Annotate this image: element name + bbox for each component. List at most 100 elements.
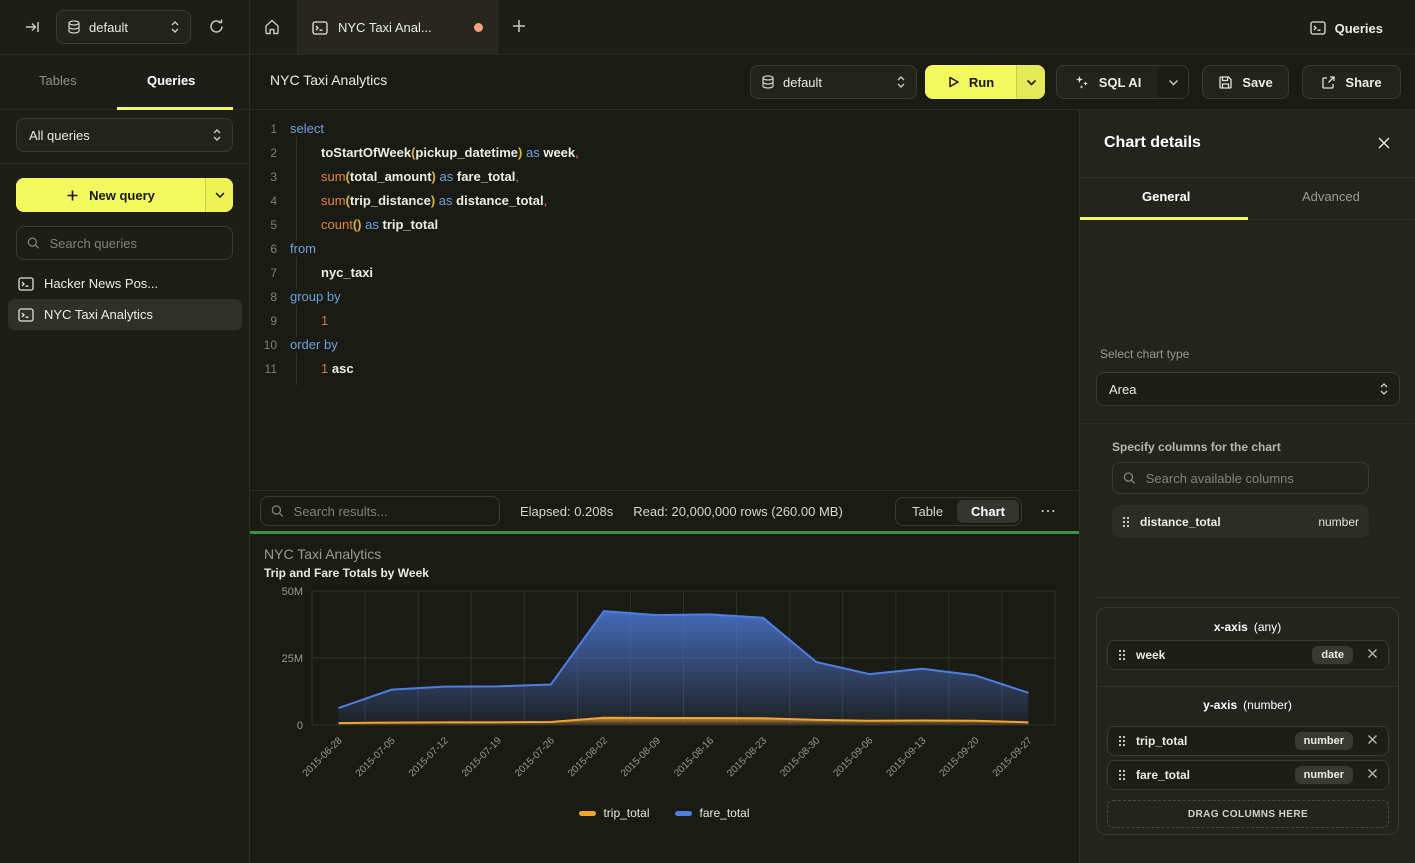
share-icon [1321, 75, 1336, 90]
panel-tabs: General Advanced [1080, 178, 1415, 220]
legend-item-fare_total[interactable]: fare_total [675, 806, 749, 820]
chart-type-label: Select chart type [1100, 347, 1189, 361]
refresh-icon[interactable] [208, 18, 225, 35]
line-number: 3 [250, 165, 277, 189]
tab-general[interactable]: General [1142, 189, 1190, 204]
drag-handle-icon [1118, 649, 1126, 661]
chart-type-select[interactable]: Area [1096, 372, 1400, 406]
view-toggle-chart[interactable]: Chart [957, 500, 1019, 523]
sql-ai-button[interactable]: SQL AI [1056, 65, 1189, 99]
line-number: 7 [250, 261, 277, 285]
rows-read-stats: Read: 20,000,000 rows (260.00 MB) [633, 504, 843, 519]
collapse-sidebar-icon[interactable] [24, 19, 40, 35]
svg-text:25M: 25M [282, 653, 303, 665]
share-button[interactable]: Share [1302, 65, 1401, 99]
query-filter-select[interactable]: All queries [16, 118, 233, 152]
remove-column-icon[interactable] [1367, 646, 1378, 664]
legend-item-trip_total[interactable]: trip_total [579, 806, 649, 820]
save-button[interactable]: Save [1202, 65, 1289, 99]
chevron-down-icon [1026, 79, 1037, 86]
saved-query-item[interactable]: Hacker News Pos... [8, 268, 242, 299]
legend-swatch [675, 811, 692, 816]
query-terminal-icon [18, 277, 34, 291]
sql-ai-caret[interactable] [1158, 66, 1188, 98]
code-line: 2toStartOfWeek(pickup_datetime) as week, [250, 141, 1079, 165]
run-options-caret[interactable] [1016, 65, 1045, 99]
new-query-caret[interactable] [205, 178, 233, 212]
svg-text:0: 0 [297, 720, 303, 732]
column-type-badge: number [1295, 766, 1353, 784]
view-toggle: Table Chart [895, 497, 1022, 526]
results-toolbar: Elapsed: 0.208s Read: 20,000,000 rows (2… [250, 490, 1079, 531]
divider [1097, 686, 1398, 687]
line-number: 6 [250, 237, 277, 261]
remove-column-icon[interactable] [1367, 732, 1378, 750]
tab-advanced[interactable]: Advanced [1302, 189, 1360, 204]
code-line: 7nyc_taxi [250, 261, 1079, 285]
more-options-icon[interactable]: ⋯ [1034, 500, 1063, 522]
sidebar-tab-tables[interactable]: Tables [39, 73, 77, 88]
search-columns-input[interactable] [1144, 470, 1358, 487]
search-results-input[interactable] [292, 503, 489, 520]
line-number: 11 [250, 357, 277, 381]
database-icon [761, 75, 775, 90]
queries-button-label: Queries [1335, 21, 1383, 36]
column-pill-distance_total[interactable]: distance_totalnumber [1112, 505, 1369, 538]
database-selector[interactable]: default [56, 10, 191, 44]
plus-icon [66, 189, 79, 202]
remove-column-icon[interactable] [1367, 766, 1378, 784]
save-button-label: Save [1242, 75, 1272, 90]
sql-editor[interactable]: 1select2toStartOfWeek(pickup_datetime) a… [250, 110, 1079, 490]
code-line: 3sum(total_amount) as fare_total, [250, 165, 1079, 189]
search-icon [1123, 471, 1136, 485]
close-icon[interactable] [1377, 136, 1391, 150]
indent-guide [290, 165, 321, 189]
search-queries-input[interactable] [48, 235, 223, 252]
drag-handle-icon [1118, 769, 1126, 781]
sidebar-tab-queries[interactable]: Queries [147, 73, 195, 88]
indent-guide [290, 309, 321, 333]
column-pill-week[interactable]: weekdate [1107, 640, 1389, 670]
panel-title: Chart details [1104, 134, 1201, 152]
code-line: 6from [250, 237, 1079, 261]
search-results-box [260, 496, 500, 526]
column-pill-trip_total[interactable]: trip_totalnumber [1107, 726, 1389, 756]
legend-label: trip_total [603, 806, 649, 820]
chart-legend: trip_total fare_total [250, 806, 1079, 820]
run-button[interactable]: Run [925, 65, 1045, 99]
line-number: 8 [250, 285, 277, 309]
run-database-selector[interactable]: default [750, 65, 917, 99]
chevron-down-icon [215, 192, 225, 198]
tab-title: NYC Taxi Anal... [338, 20, 466, 35]
drag-columns-dropzone[interactable]: DRAG COLUMNS HERE [1107, 800, 1389, 828]
panel-header: Chart details [1080, 110, 1415, 178]
page-title: NYC Taxi Analytics [270, 72, 387, 88]
axes-config-card: x-axis(any) weekdate y-axis(number) trip… [1096, 607, 1399, 835]
x-axis-header: x-axis(any) [1097, 620, 1398, 634]
area-chart[interactable]: 025M50M2015-06-282015-07-052015-07-12201… [250, 580, 1079, 802]
drag-handle-icon [1122, 516, 1130, 528]
view-toggle-table[interactable]: Table [898, 500, 957, 523]
new-query-button[interactable]: New query [16, 178, 233, 212]
code-line: 1select [250, 117, 1079, 141]
new-tab-plus-icon[interactable] [511, 18, 527, 34]
svg-text:2015-06-28: 2015-06-28 [301, 735, 345, 779]
svg-text:2015-07-19: 2015-07-19 [460, 735, 504, 779]
indent-guide [290, 141, 321, 165]
chart-subtitle: Trip and Fare Totals by Week [264, 566, 429, 580]
code-line: 8group by [250, 285, 1079, 309]
available-columns-list: distance_totalnumber [1112, 505, 1369, 546]
line-number: 1 [250, 117, 277, 141]
home-icon[interactable] [263, 18, 281, 36]
line-number: 4 [250, 189, 277, 213]
query-toolbar: NYC Taxi Analytics default Run SQL AI [250, 55, 1415, 110]
queries-button[interactable]: Queries [1304, 13, 1389, 43]
column-pill-fare_total[interactable]: fare_totalnumber [1107, 760, 1389, 790]
chart-type-value: Area [1109, 382, 1371, 397]
chevron-updown-icon [1379, 382, 1389, 396]
editor-tab-nyc-taxi[interactable]: NYC Taxi Anal... [297, 0, 498, 55]
saved-query-item[interactable]: NYC Taxi Analytics [8, 299, 242, 330]
code-line: 91 [250, 309, 1079, 333]
indent-guide [290, 357, 321, 381]
chart-details-panel: Chart details General Advanced Select ch… [1079, 110, 1415, 863]
